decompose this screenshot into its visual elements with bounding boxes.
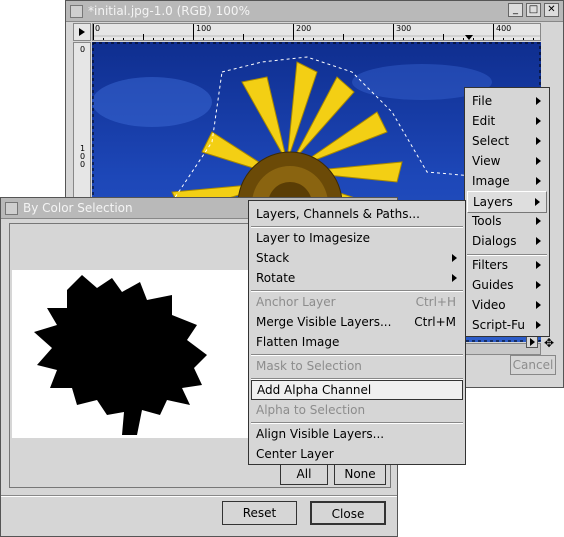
minimize-icon[interactable]: _: [508, 3, 523, 17]
menu-item-file[interactable]: File: [467, 91, 547, 111]
menu-item-label: Add Alpha Channel: [257, 383, 372, 397]
menu-item-mask-to-selection: Mask to Selection: [251, 356, 463, 376]
reset-button[interactable]: Reset: [222, 501, 297, 525]
menu-item-align-visible-layers[interactable]: Align Visible Layers...: [251, 424, 463, 444]
ruler-marker-icon: [465, 35, 473, 40]
cancel-button[interactable]: Cancel: [510, 355, 556, 375]
selection-preview[interactable]: [12, 270, 250, 438]
ruler-corner-button[interactable]: [73, 23, 91, 41]
submenu-arrow-icon: [536, 261, 541, 269]
menu-item-label: Alpha to Selection: [256, 403, 366, 417]
submenu-arrow-icon: [452, 254, 457, 262]
menu-item-label: Layer to Imagesize: [256, 231, 370, 245]
window-menu-icon[interactable]: [5, 202, 18, 215]
window-menu-icon[interactable]: [70, 5, 83, 18]
menu-item-layer-to-imagesize[interactable]: Layer to Imagesize: [251, 228, 463, 248]
image-window-title: *initial.jpg-1.0 (RGB) 100%: [88, 4, 250, 18]
menu-item-alpha-to-selection: Alpha to Selection: [251, 400, 463, 420]
menu-item-label: Align Visible Layers...: [256, 427, 385, 441]
menu-item-video[interactable]: Video: [467, 295, 547, 315]
menu-item-label: Dialogs: [472, 234, 517, 248]
menu-item-dialogs[interactable]: Dialogs: [467, 231, 547, 251]
dialog-separator: [1, 495, 397, 497]
menu-item-guides[interactable]: Guides: [467, 275, 547, 295]
menu-item-add-alpha-channel[interactable]: Add Alpha Channel: [251, 380, 463, 400]
menu-item-filters[interactable]: Filters: [467, 255, 547, 275]
navigate-icon[interactable]: ✥: [542, 336, 556, 350]
dialog-title: By Color Selection: [23, 201, 133, 215]
menu-item-rotate[interactable]: Rotate: [251, 268, 463, 288]
image-window-titlebar[interactable]: *initial.jpg-1.0 (RGB) 100% _ □ ✕: [66, 1, 563, 22]
menu-item-flatten-image[interactable]: Flatten Image: [251, 332, 463, 352]
menu-item-label: Center Layer: [256, 447, 334, 461]
submenu-arrow-icon: [536, 281, 541, 289]
menu-item-label: Anchor Layer: [256, 295, 336, 309]
maximize-icon[interactable]: □: [526, 3, 541, 17]
close-icon[interactable]: ✕: [544, 3, 559, 17]
menu-item-label: File: [472, 94, 493, 108]
submenu-arrow-icon: [452, 274, 457, 282]
submenu-arrow-icon: [536, 97, 541, 105]
ruler-tick-label: 200: [296, 24, 312, 33]
menu-item-label: Layers, Channels & Paths...: [256, 207, 420, 221]
submenu-arrow-icon: [536, 321, 541, 329]
submenu-arrow-icon: [536, 217, 541, 225]
ruler-tick-label: 100: [80, 144, 86, 169]
menu-item-center-layer[interactable]: Center Layer: [251, 444, 463, 464]
layers-submenu: Layers, Channels & Paths... Layer to Ima…: [248, 200, 466, 465]
ruler-tick-label: 0: [80, 45, 86, 54]
select-none-button[interactable]: None: [334, 463, 386, 485]
menu-item-stack[interactable]: Stack: [251, 248, 463, 268]
shortcut-label: Ctrl+M: [414, 315, 456, 329]
menu-item-anchor-layer: Anchor Layer Ctrl+H: [251, 292, 463, 312]
arrow-right-icon: [530, 338, 535, 346]
shortcut-label: Ctrl+H: [415, 295, 456, 309]
menu-item-merge-visible-layers[interactable]: Merge Visible Layers... Ctrl+M: [251, 312, 463, 332]
menu-item-label: Stack: [256, 251, 290, 265]
menu-item-label: Flatten Image: [256, 335, 340, 349]
ruler-ticks-graphic: [93, 24, 540, 40]
menu-item-edit[interactable]: Edit: [467, 111, 547, 131]
submenu-arrow-icon: [536, 157, 541, 165]
select-all-button[interactable]: All: [280, 463, 328, 485]
submenu-arrow-icon: [536, 237, 541, 245]
menu-item-label: Video: [472, 298, 506, 312]
menu-item-select[interactable]: Select: [467, 131, 547, 151]
submenu-arrow-icon: [535, 198, 540, 206]
arrow-right-icon: [79, 28, 85, 36]
menu-item-label: Layers: [473, 195, 513, 209]
menu-item-label: Select: [472, 134, 510, 148]
ruler-tick-label: 100: [196, 24, 212, 33]
menu-item-label: Edit: [472, 114, 496, 128]
ruler-tick-label: 300: [396, 24, 412, 33]
menu-item-tools[interactable]: Tools: [467, 211, 547, 231]
scroll-right-button[interactable]: [526, 336, 538, 348]
menu-item-label: Image: [472, 174, 510, 188]
close-button[interactable]: Close: [310, 501, 386, 525]
menu-item-label: Merge Visible Layers...: [256, 315, 392, 329]
menu-item-label: Script-Fu: [472, 318, 525, 332]
menu-item-label: Mask to Selection: [256, 359, 362, 373]
ruler-tick-label: 0: [95, 24, 101, 33]
menu-item-label: Rotate: [256, 271, 296, 285]
menu-item-image[interactable]: Image: [467, 171, 547, 191]
sunflower-silhouette: [34, 275, 207, 435]
menu-item-layers[interactable]: Layers: [467, 191, 547, 213]
horizontal-ruler[interactable]: 0 100 200 300 400: [92, 23, 541, 41]
image-menu: File Edit Select View Image Layers Tools…: [464, 87, 550, 337]
submenu-arrow-icon: [536, 117, 541, 125]
menu-item-script-fu[interactable]: Script-Fu: [467, 315, 547, 335]
menu-item-label: Tools: [472, 214, 502, 228]
menu-item-label: Filters: [472, 258, 508, 272]
ruler-tick-label: 400: [496, 24, 512, 33]
submenu-arrow-icon: [536, 137, 541, 145]
submenu-arrow-icon: [536, 177, 541, 185]
menu-item-layers-channels-paths[interactable]: Layers, Channels & Paths...: [251, 204, 463, 224]
submenu-arrow-icon: [536, 301, 541, 309]
menu-item-label: Guides: [472, 278, 514, 292]
menu-item-label: View: [472, 154, 501, 168]
menu-item-view[interactable]: View: [467, 151, 547, 171]
